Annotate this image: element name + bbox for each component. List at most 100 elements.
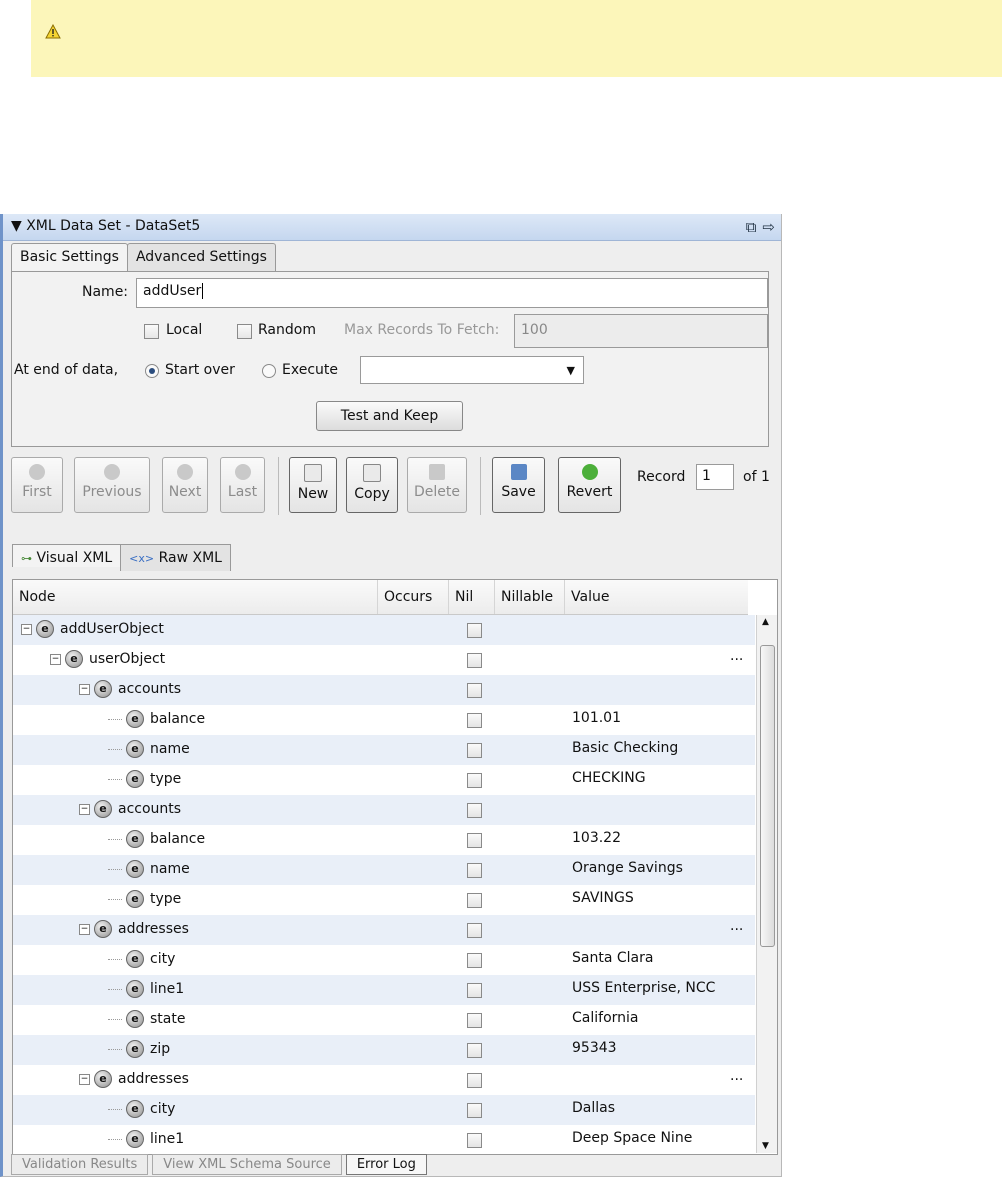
scroll-down-icon[interactable]: ▼ [762, 1141, 769, 1151]
scrollbar-thumb[interactable] [760, 645, 775, 947]
table-row[interactable]: − e userObject... [13, 645, 755, 675]
table-row[interactable]: e name Basic Checking [13, 735, 755, 765]
tab-view-xml-schema-source[interactable]: View XML Schema Source [152, 1154, 342, 1175]
table-row[interactable]: e balance 101.01 [13, 705, 755, 735]
collapse-icon[interactable]: − [21, 623, 32, 635]
node-value[interactable]: Santa Clara [572, 950, 653, 966]
start-over-radio[interactable] [145, 364, 159, 378]
collapse-icon[interactable]: − [50, 653, 61, 665]
nil-checkbox[interactable] [467, 1133, 482, 1148]
node-value[interactable]: Basic Checking [572, 740, 678, 756]
tab-validation-results[interactable]: Validation Results [11, 1154, 149, 1175]
tree-node[interactable]: − e addresses [79, 1070, 189, 1088]
execute-radio[interactable] [262, 364, 276, 378]
nil-checkbox[interactable] [467, 803, 482, 818]
random-checkbox[interactable] [237, 324, 252, 339]
node-value[interactable]: California [572, 1010, 638, 1026]
nil-checkbox[interactable] [467, 683, 482, 698]
tree-node[interactable]: e line1 [108, 980, 184, 998]
revert-button[interactable]: Revert [558, 457, 621, 513]
previous-button[interactable]: Previous [74, 457, 150, 513]
tree-node[interactable]: − e userObject [50, 650, 165, 668]
tab-raw-xml[interactable]: <x> Raw XML [120, 544, 231, 571]
table-row[interactable]: e zip 95343 [13, 1035, 755, 1065]
local-checkbox[interactable] [144, 324, 159, 339]
header-value[interactable]: Value [565, 580, 748, 614]
tree-node[interactable]: e zip [108, 1040, 170, 1058]
node-value[interactable]: USS Enterprise, NCC [572, 980, 715, 996]
table-row[interactable]: e name Orange Savings [13, 855, 755, 885]
delete-button[interactable]: Delete [407, 457, 467, 513]
nil-checkbox[interactable] [467, 713, 482, 728]
tree-node[interactable]: − e addresses [79, 920, 189, 938]
table-row[interactable]: e type SAVINGS [13, 885, 755, 915]
table-row[interactable]: − e addresses... [13, 1065, 755, 1095]
nil-checkbox[interactable] [467, 1013, 482, 1028]
first-button[interactable]: First [11, 457, 63, 513]
table-row[interactable]: e city Santa Clara [13, 945, 755, 975]
node-value[interactable]: 95343 [572, 1040, 617, 1056]
nil-checkbox[interactable] [467, 1103, 482, 1118]
table-row[interactable]: e state California [13, 1005, 755, 1035]
node-value[interactable]: 103.22 [572, 830, 621, 846]
tab-visual-xml[interactable]: ⊶ Visual XML [12, 544, 122, 567]
nil-checkbox[interactable] [467, 1043, 482, 1058]
table-row[interactable]: e city Dallas [13, 1095, 755, 1125]
tree-node[interactable]: e balance [108, 830, 205, 848]
node-value[interactable]: CHECKING [572, 770, 646, 786]
collapse-icon[interactable]: − [79, 803, 90, 815]
vertical-scrollbar[interactable]: ▲ ▼ [756, 615, 777, 1153]
header-nil[interactable]: Nil [449, 580, 495, 614]
save-button[interactable]: Save [492, 457, 545, 513]
table-row[interactable]: − e addresses... [13, 915, 755, 945]
record-input[interactable]: 1 [696, 464, 734, 490]
tab-error-log[interactable]: Error Log [345, 1154, 427, 1175]
node-value[interactable]: 101.01 [572, 710, 621, 726]
tree-node[interactable]: − e accounts [79, 680, 181, 698]
table-row[interactable]: e balance 103.22 [13, 825, 755, 855]
tree-node[interactable]: − e accounts [79, 800, 181, 818]
nil-checkbox[interactable] [467, 1073, 482, 1088]
table-row[interactable]: − e addUserObject [13, 615, 755, 645]
header-nillable[interactable]: Nillable [495, 580, 565, 614]
next-button[interactable]: Next [162, 457, 208, 513]
header-occurs[interactable]: Occurs [378, 580, 449, 614]
nil-checkbox[interactable] [467, 893, 482, 908]
tree-node[interactable]: e city [108, 1100, 175, 1118]
collapse-icon[interactable]: − [79, 923, 90, 935]
table-row[interactable]: − e accounts [13, 675, 755, 705]
tree-node[interactable]: e line1 [108, 1130, 184, 1148]
test-and-keep-button[interactable]: Test and Keep [316, 401, 463, 431]
nil-checkbox[interactable] [467, 953, 482, 968]
collapse-icon[interactable]: − [79, 683, 90, 695]
node-value[interactable]: Deep Space Nine [572, 1130, 692, 1146]
nil-checkbox[interactable] [467, 623, 482, 638]
tree-node[interactable]: e type [108, 770, 181, 788]
tree-node[interactable]: e balance [108, 710, 205, 728]
last-button[interactable]: Last [220, 457, 265, 513]
nil-checkbox[interactable] [467, 743, 482, 758]
table-row[interactable]: e line1 USS Enterprise, NCC [13, 975, 755, 1005]
table-row[interactable]: e line1 Deep Space Nine [13, 1125, 755, 1154]
collapse-icon[interactable]: − [79, 1073, 90, 1085]
node-value[interactable]: Orange Savings [572, 860, 683, 876]
nil-checkbox[interactable] [467, 773, 482, 788]
nil-checkbox[interactable] [467, 983, 482, 998]
nil-checkbox[interactable] [467, 923, 482, 938]
table-row[interactable]: − e accounts [13, 795, 755, 825]
more-button[interactable]: ... [730, 648, 743, 664]
more-button[interactable]: ... [730, 918, 743, 934]
node-value[interactable]: Dallas [572, 1100, 615, 1116]
tree-node[interactable]: − e addUserObject [21, 620, 164, 638]
tree-node[interactable]: e city [108, 950, 175, 968]
header-node[interactable]: Node [13, 580, 378, 614]
nil-checkbox[interactable] [467, 653, 482, 668]
nil-checkbox[interactable] [467, 833, 482, 848]
name-input[interactable]: addUser [136, 278, 768, 308]
table-row[interactable]: e type CHECKING [13, 765, 755, 795]
scroll-up-icon[interactable]: ▲ [762, 617, 769, 627]
maximize-icon[interactable]: ⧉ [746, 218, 757, 236]
tree-node[interactable]: e state [108, 1010, 185, 1028]
tree-node[interactable]: e type [108, 890, 181, 908]
more-button[interactable]: ... [730, 1068, 743, 1084]
